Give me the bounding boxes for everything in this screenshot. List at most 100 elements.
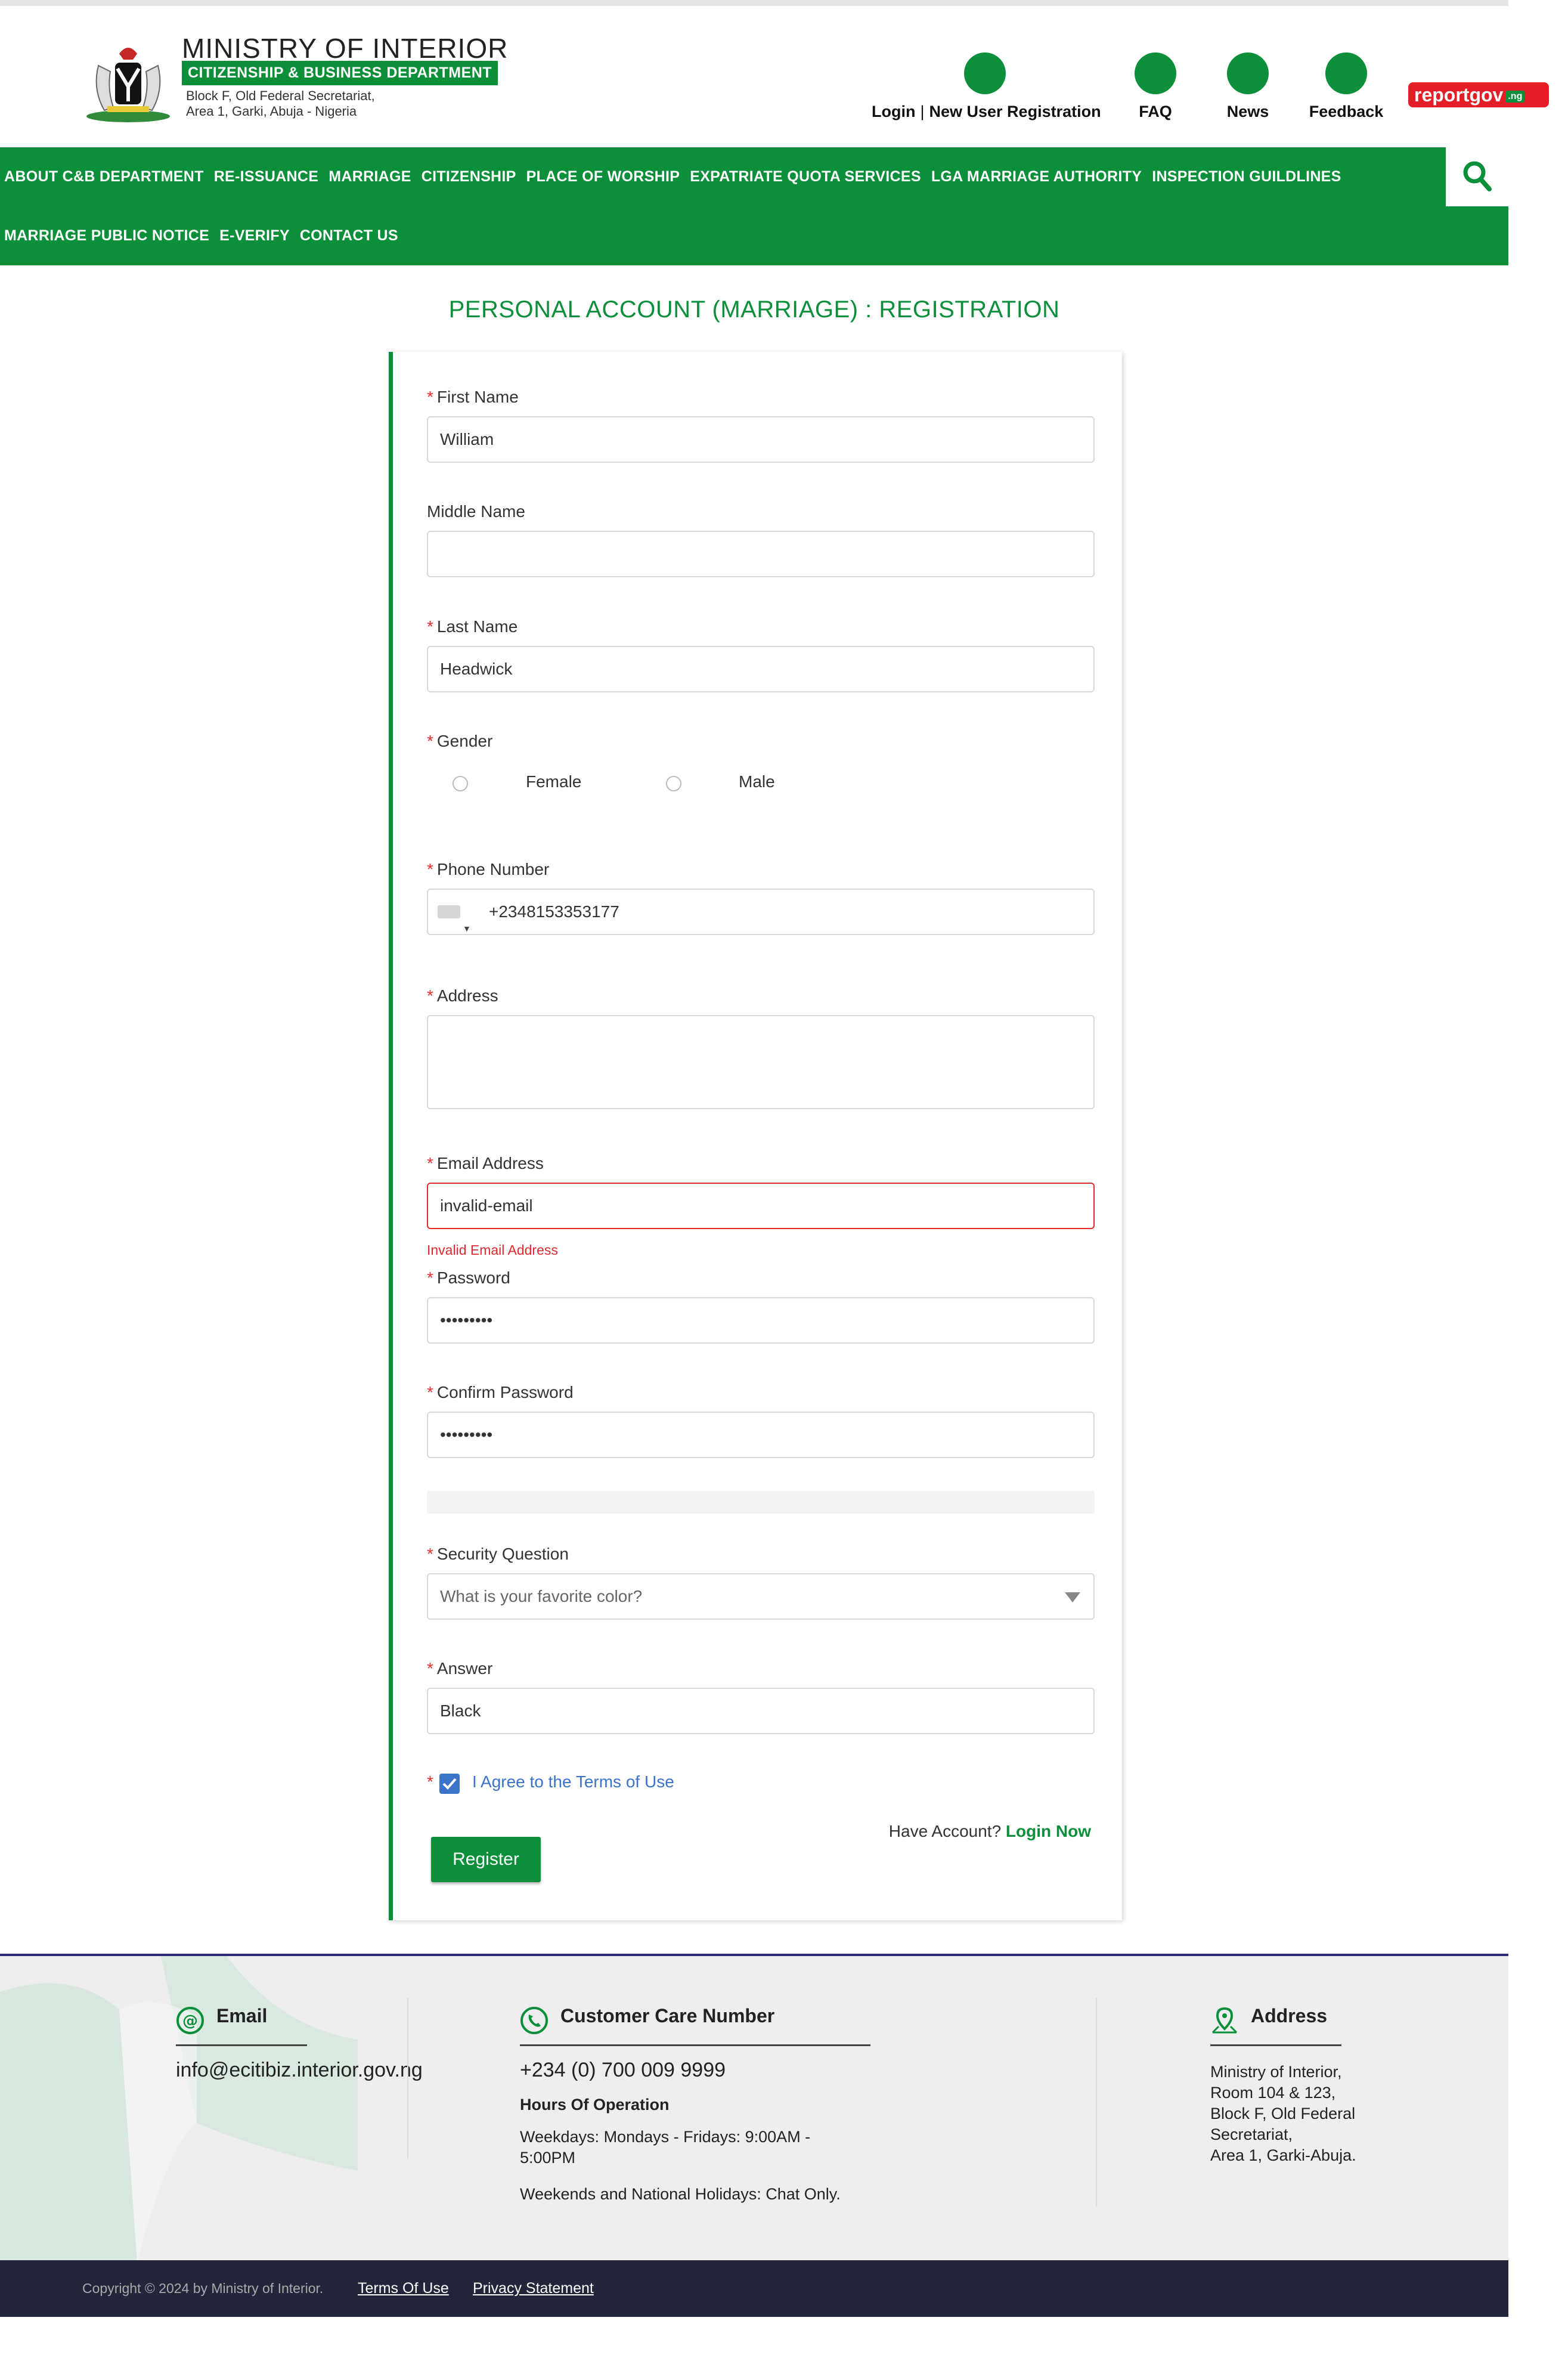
address-textarea[interactable] [427, 1015, 1095, 1109]
department-name: CITIZENSHIP & BUSINESS DEPARTMENT [182, 61, 498, 85]
address-line: Ministry of Interior, [1210, 2063, 1342, 2081]
terms-of-use-footer-link[interactable]: Terms Of Use [358, 2260, 449, 2317]
footer-divider-1 [407, 1998, 408, 2159]
login-icon[interactable] [964, 52, 1006, 94]
faq-link[interactable]: FAQ [1126, 103, 1185, 121]
email-at-icon: @ [176, 2007, 204, 2034]
footer-phone-number[interactable]: +234 (0) 700 009 9999 [520, 2059, 726, 2082]
news-link[interactable]: News [1218, 103, 1278, 121]
first-name-label: * First Name [427, 388, 519, 406]
privacy-statement-link[interactable]: Privacy Statement [473, 2260, 594, 2317]
reportgov-tld: .ng [1505, 90, 1525, 103]
faq-icon[interactable] [1135, 52, 1176, 94]
footer-address-heading: Address [1251, 2005, 1328, 2026]
login-register-group: Login | New User Registration [872, 52, 1101, 121]
login-now-link[interactable]: Login Now [1006, 1822, 1091, 1840]
register-button[interactable]: Register [431, 1837, 541, 1882]
answer-input[interactable]: Black [427, 1688, 1095, 1734]
gender-female-label[interactable]: Female [526, 772, 581, 791]
footer-email-value[interactable]: info@ecitibiz.interior.gov.ng [176, 2059, 423, 2082]
nav-item-about[interactable]: ABOUT C&B DEPARTMENT [0, 147, 210, 206]
address-line: Block F, Old Federal [1210, 2105, 1356, 2122]
gender-female-radio[interactable] [453, 776, 468, 791]
top-border [0, 0, 1508, 6]
feedback-link[interactable]: Feedback [1304, 103, 1388, 121]
search-button[interactable] [1446, 147, 1508, 206]
login-link[interactable]: Login [872, 103, 915, 120]
gender-male-radio[interactable] [666, 776, 681, 791]
nav-item-marriage[interactable]: MARRIAGE [324, 147, 417, 206]
terms-checkbox[interactable] [439, 1774, 460, 1794]
terms-required-mark: * [427, 1772, 433, 1791]
news-icon[interactable] [1227, 52, 1269, 94]
header-separator: | [920, 103, 925, 120]
country-dropdown-icon[interactable]: ▼ [463, 906, 471, 934]
customer-care-heading-rule [520, 2044, 870, 2046]
footer-address-block: Ministry of Interior, Room 104 & 123, Bl… [1210, 2062, 1389, 2166]
address-label: * Address [427, 986, 498, 1005]
nav-item-inspection-guidelines[interactable]: INSPECTION GUILDLINES [1148, 147, 1347, 206]
footer-divider-2 [1096, 1998, 1097, 2207]
address-line: Secretariat, [1210, 2125, 1293, 2143]
search-icon [1463, 161, 1492, 191]
password-input[interactable]: ••••••••• [427, 1297, 1095, 1344]
security-question-select[interactable]: What is your favorite color? [427, 1573, 1095, 1620]
address-line: Area 1, Garki-Abuja. [1210, 2146, 1356, 2164]
nigeria-flag-decoration [0, 1956, 358, 2263]
svg-text:@: @ [182, 2012, 198, 2030]
terms-of-use-link[interactable]: I Agree to the Terms of Use [472, 1772, 674, 1791]
nav-item-contact-us[interactable]: CONTACT US [296, 206, 404, 265]
nav-item-place-of-worship[interactable]: PLACE OF WORSHIP [522, 147, 686, 206]
footer-bottom-bar: Copyright © 2024 by Ministry of Interior… [0, 2260, 1508, 2317]
site-footer: @ Email info@ecitibiz.interior.gov.ng Cu… [0, 1954, 1508, 2263]
reportgov-badge[interactable]: reportgov .ng [1408, 82, 1549, 107]
faq-nav[interactable]: FAQ [1126, 52, 1185, 121]
address-heading-rule [1210, 2044, 1341, 2046]
reportgov-label: reportgov [1414, 84, 1504, 106]
nav-row-2: MARRIAGE PUBLIC NOTICE E-VERIFY CONTACT … [0, 206, 404, 265]
answer-label: * Answer [427, 1659, 493, 1678]
last-name-label: * Last Name [427, 617, 518, 636]
last-name-input[interactable]: Headwick [427, 646, 1095, 692]
confirm-password-input[interactable]: ••••••••• [427, 1412, 1095, 1458]
phone-input[interactable]: ▼ +2348153353177 [427, 889, 1095, 935]
gender-label: * Gender [427, 732, 493, 750]
footer-email-heading: Email [216, 2005, 268, 2026]
main-navigation: ABOUT C&B DEPARTMENT RE-ISSUANCE MARRIAG… [0, 147, 1508, 265]
ministry-title: MINISTRY OF INTERIOR [182, 33, 509, 64]
security-question-label: * Security Question [427, 1545, 569, 1563]
nav-item-expatriate-quota[interactable]: EXPATRIATE QUOTA SERVICES [686, 147, 927, 206]
phone-icon [520, 2007, 548, 2034]
email-label: * Email Address [427, 1154, 544, 1172]
hours-of-operation-heading: Hours Of Operation [520, 2096, 670, 2114]
nav-item-lga-marriage-authority[interactable]: LGA MARRIAGE AUTHORITY [927, 147, 1148, 206]
copyright-text: Copyright © 2024 by Ministry of Interior… [82, 2281, 324, 2296]
nav-item-citizenship[interactable]: CITIZENSHIP [417, 147, 522, 206]
country-flag-icon[interactable] [438, 905, 460, 918]
email-input[interactable]: invalid-email [427, 1183, 1095, 1229]
dropdown-arrow-icon[interactable] [1065, 1592, 1080, 1602]
password-strength-bar [427, 1491, 1095, 1514]
middle-name-label: Middle Name [427, 502, 525, 521]
have-account-text: Have Account? Login Now [888, 1822, 1091, 1840]
middle-name-input[interactable] [427, 531, 1095, 577]
feedback-icon[interactable] [1325, 52, 1367, 94]
address-line: Room 104 & 123, [1210, 2084, 1336, 2102]
map-pin-icon [1211, 2007, 1238, 2034]
feedback-nav[interactable]: Feedback [1304, 52, 1388, 121]
weekday-hours: Weekdays: Mondays - Fridays: 9:00AM - 5:… [520, 2128, 811, 2167]
weekend-hours: Weekends and National Holidays: Chat Onl… [520, 2185, 841, 2203]
site-header: MINISTRY OF INTERIOR CITIZENSHIP & BUSIN… [0, 6, 1549, 147]
nav-item-e-verify[interactable]: E-VERIFY [215, 206, 296, 265]
gender-male-label[interactable]: Male [739, 772, 775, 791]
nav-item-re-issuance[interactable]: RE-ISSUANCE [210, 147, 325, 206]
confirm-password-label: * Confirm Password [427, 1383, 574, 1401]
required-mark: * [427, 388, 433, 406]
phone-label: * Phone Number [427, 860, 550, 878]
new-user-registration-link[interactable]: New User Registration [929, 103, 1101, 120]
nav-item-marriage-public-notice[interactable]: MARRIAGE PUBLIC NOTICE [0, 206, 215, 265]
news-nav[interactable]: News [1218, 52, 1278, 121]
checkmark-icon [442, 1778, 457, 1790]
phone-value: +2348153353177 [489, 902, 619, 921]
first-name-input[interactable]: William [427, 416, 1095, 463]
